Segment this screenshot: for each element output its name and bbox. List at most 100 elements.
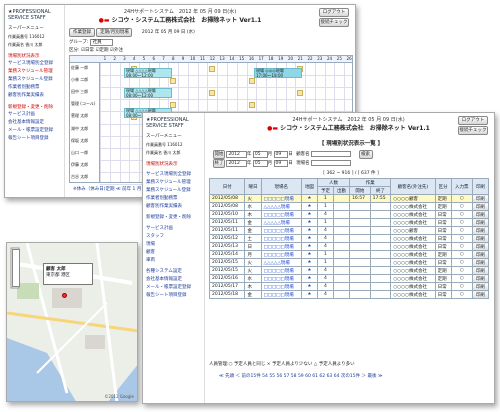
- front-super-menu[interactable]: スーパーメニュー: [143, 133, 204, 141]
- back-event-3[interactable]: 現場 ◎◎◎現場 17:00〜18:00: [254, 68, 302, 78]
- front-menu-g3-1[interactable]: 会社基本情報設定: [143, 276, 204, 284]
- end-day-select[interactable]: 09: [273, 160, 289, 167]
- end-year-select[interactable]: 2012: [226, 160, 247, 167]
- calendar-note-icon[interactable]: [248, 78, 255, 85]
- row-site-link[interactable]: □□□□□現場: [260, 250, 302, 259]
- front-menu-g1-3[interactable]: 作業者別勤務票: [143, 195, 204, 203]
- front-menu-g2-4[interactable]: 車両: [143, 257, 204, 265]
- front-menu-g3-0[interactable]: 各種システム設定: [143, 268, 204, 276]
- calendar-note-icon[interactable]: [170, 78, 177, 85]
- row-print-button[interactable]: 印刷: [471, 218, 490, 227]
- site-input[interactable]: [311, 159, 352, 166]
- map-star-icon[interactable]: ★: [300, 274, 318, 283]
- row-site-link[interactable]: △△△△△現場: [260, 202, 302, 211]
- front-menu-g1-2[interactable]: 業務スケジュール登録: [143, 187, 204, 195]
- map-star-icon[interactable]: ★: [300, 210, 318, 219]
- row-site-link[interactable]: □□□□□現場: [260, 234, 302, 243]
- front-menu-g3-3[interactable]: 報告シート項目登録: [143, 292, 204, 300]
- map-star-icon[interactable]: ★: [300, 282, 318, 291]
- customer-input[interactable]: [311, 150, 352, 157]
- back-tab-1[interactable]: 定期/月別現場: [96, 28, 133, 37]
- table-row[interactable]: 2012/05/17 木 □□□□□現場 ★ 4 ○○○○株式会社 日常 ○ 印刷: [208, 282, 490, 291]
- start-month-select[interactable]: 05: [252, 151, 268, 158]
- table-row[interactable]: 2012/05/08 水 △△△△△現場 ★ 1 ○○○○株式会社 定期 ○ 印刷: [208, 202, 490, 211]
- back-menu-8[interactable]: 会社基本情報設定: [5, 119, 64, 127]
- calendar-note-icon[interactable]: [248, 102, 255, 109]
- row-print-button[interactable]: 印刷: [471, 234, 490, 243]
- back-menu-4[interactable]: 作業者別勤務票: [5, 84, 64, 92]
- row-site-link[interactable]: □□□□□現場: [260, 226, 302, 235]
- map-star-icon[interactable]: ★: [300, 242, 318, 251]
- row-site-link[interactable]: □□□□□現場: [260, 266, 302, 275]
- row-site-link[interactable]: □□□□□現場: [260, 194, 302, 203]
- map-star-icon[interactable]: ★: [300, 250, 318, 259]
- row-site-link[interactable]: □□□□□現場: [260, 290, 302, 299]
- back-menu-0[interactable]: 現場別状況表示: [5, 52, 64, 60]
- map-star-icon[interactable]: ★: [300, 258, 318, 267]
- search-button[interactable]: 検索: [358, 150, 373, 159]
- start-year-select[interactable]: 2012: [226, 151, 247, 158]
- row-site-link[interactable]: □□□□□現場: [260, 274, 302, 283]
- table-row[interactable]: 2012/05/11 金 △△△△△現場 ★ 1 ○○○○株式会社 日常 ○ 印刷: [208, 218, 490, 227]
- table-row[interactable]: 2012/05/12 土 □□□□□現場 ★ 4 ○○○○株式会社 日常 ○ 印刷: [208, 234, 490, 243]
- map-star-icon[interactable]: ★: [300, 226, 318, 235]
- back-menu-3[interactable]: 業務スケジュール登録: [5, 76, 64, 84]
- front-menu-g1-1[interactable]: 業務スケジュール管理: [143, 179, 204, 187]
- back-group-select[interactable]: 社員: [89, 39, 113, 46]
- row-site-link[interactable]: △△△△△現場: [260, 258, 302, 267]
- back-super-menu[interactable]: スーパーメニュー: [5, 25, 64, 33]
- row-print-button[interactable]: 印刷: [471, 242, 490, 251]
- front-menu-g1-0[interactable]: サービス現場別全登録: [143, 171, 204, 179]
- row-print-button[interactable]: 印刷: [471, 250, 490, 259]
- back-filter-2[interactable]: ☑外注: [110, 48, 123, 53]
- table-row[interactable]: 2012/05/15 火 △△△△△現場 ★ 1 ○○○○株式会社 日常 ○ 印刷: [208, 258, 490, 267]
- back-tab-0[interactable]: 作業登録: [69, 28, 95, 37]
- row-print-button[interactable]: 印刷: [471, 266, 490, 275]
- back-filter-1[interactable]: ☑定期: [95, 48, 108, 53]
- table-row[interactable]: 2012/05/16 水 □□□□□現場 ★ 4 ○○○○株式会社 定期 ○ 印刷: [208, 274, 490, 283]
- back-auth-check-button[interactable]: 接続チェック: [319, 18, 349, 27]
- table-row[interactable]: 2012/05/08 火 □□□□□現場 ★ 1 16:57 17:55 ○○○○顧客 定期 ○ 印…: [208, 194, 490, 203]
- back-logout-button[interactable]: ログアウト: [319, 8, 349, 17]
- table-row[interactable]: 2012/05/14 月 □□□□□現場 ★ 1 ○○○○株式会社 定期 ○ 印刷: [208, 250, 490, 259]
- row-print-button[interactable]: 印刷: [471, 274, 490, 283]
- front-menu-g2-3[interactable]: 顧客: [143, 249, 204, 257]
- row-print-button[interactable]: 印刷: [471, 210, 490, 219]
- map-star-icon[interactable]: ★: [300, 290, 318, 299]
- calendar-note-icon[interactable]: [209, 90, 216, 97]
- front-menu-heading2[interactable]: 新規登録・変更・削除: [143, 214, 204, 222]
- back-menu-2[interactable]: 業務スケジュール管理: [5, 68, 64, 76]
- pager[interactable]: ≪ 先頭 ＜ 前の15件 54 55 56 57 58 59 60 61 62 …: [219, 373, 383, 379]
- back-menu-1[interactable]: サービス現場別全登録: [5, 60, 64, 68]
- map-star-icon[interactable]: ★: [300, 266, 318, 275]
- back-menu-9[interactable]: メール・帳票設定登録: [5, 127, 64, 135]
- row-print-button[interactable]: 印刷: [471, 202, 490, 211]
- front-current-section[interactable]: 現場別状況表示: [143, 160, 204, 168]
- row-site-link[interactable]: □□□□□現場: [260, 242, 302, 251]
- map-star-icon[interactable]: ★: [300, 194, 318, 203]
- front-menu-g3-2[interactable]: メール・帳票設定登録: [143, 284, 204, 292]
- row-print-button[interactable]: 印刷: [471, 194, 490, 203]
- back-menu-5[interactable]: 顧客別作業実績表: [5, 92, 64, 100]
- back-footer[interactable]: ※休み（休み日)定期 ≪ 前年 1 月 2 月: [73, 186, 152, 192]
- table-row[interactable]: 2012/05/10 木 □□□□□現場 ★ 4 ○○○○株式会社 日常 ○ 印刷: [208, 210, 490, 219]
- table-row[interactable]: 2012/05/11 金 □□□□□現場 ★ 4 ○○○○顧客 日常 ○ 印刷: [208, 226, 490, 235]
- back-event-2[interactable]: 現場 △△△△現場 08:00〜12:00: [124, 88, 172, 98]
- back-filter-0[interactable]: ☑日常: [81, 48, 94, 53]
- start-day-select[interactable]: 09: [273, 151, 289, 158]
- front-menu-g2-2[interactable]: 現場: [143, 241, 204, 249]
- front-menu-g1-4[interactable]: 顧客別作業実績表: [143, 203, 204, 211]
- calendar-note-icon[interactable]: [209, 66, 216, 72]
- row-print-button[interactable]: 印刷: [471, 290, 490, 299]
- map-star-icon[interactable]: ★: [300, 218, 318, 227]
- front-logout-button[interactable]: ログアウト: [458, 116, 488, 125]
- map-star-icon[interactable]: ★: [300, 202, 318, 211]
- row-print-button[interactable]: 印刷: [471, 226, 490, 235]
- back-event-1[interactable]: 現場 △△△△現場 08:00〜12:00: [124, 68, 172, 78]
- map-star-icon[interactable]: ★: [300, 234, 318, 243]
- table-row[interactable]: 2012/05/18 金 □□□□□現場 ★ 4 ○○○○株式会社 日常 ○ 印刷: [208, 290, 490, 299]
- row-print-button[interactable]: 印刷: [471, 282, 490, 291]
- zoom-control[interactable]: [12, 249, 20, 287]
- row-site-link[interactable]: △△△△△現場: [260, 218, 302, 227]
- map-pin-icon[interactable]: [62, 293, 67, 298]
